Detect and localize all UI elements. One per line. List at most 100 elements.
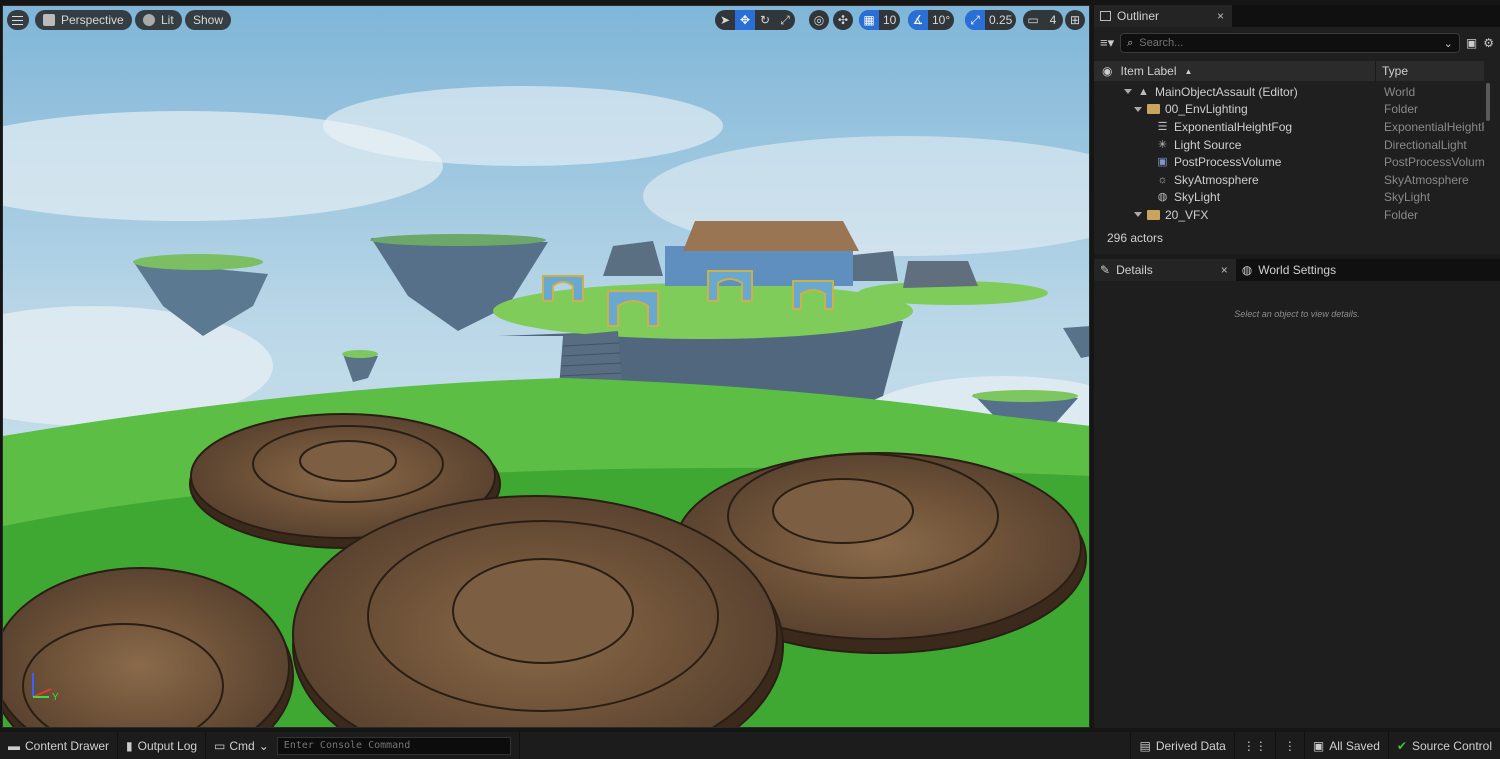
source-control-button[interactable]: ✔ Source Control (1389, 732, 1500, 759)
tab-details[interactable]: ✎ Details × (1094, 259, 1236, 281)
rotate-tool-icon[interactable]: ↻ (755, 10, 775, 30)
actor-count: 296 actors (1107, 231, 1164, 245)
eye-icon[interactable]: ◉ (1102, 64, 1112, 78)
unreal-editor: Perspective Lit Show ➤ ✥ ↻ ⤢ ◎ ✣ ▦ 10 ∡ … (0, 0, 1500, 759)
outliner-row[interactable]: ▣ PostProcessVolume PostProcessVolum (1094, 153, 1484, 171)
log-icon: ▮ (126, 738, 133, 753)
more-options-button[interactable]: ⋮ (1276, 732, 1305, 759)
row-label: PostProcessVolume (1174, 155, 1282, 170)
console-input[interactable] (276, 736, 511, 755)
kebab-icon: ⋮ (1283, 738, 1296, 753)
expand-arrow-icon[interactable] (1124, 89, 1132, 95)
select-tool-icon[interactable]: ➤ (715, 10, 735, 30)
row-label: 20_VFX (1165, 207, 1209, 222)
camera-speed[interactable]: ▭ 4 (1023, 10, 1063, 30)
expand-arrow-icon[interactable] (1134, 212, 1142, 218)
derived-data-icon: ▤ (1139, 738, 1151, 753)
row-type: SkyLight (1384, 190, 1431, 205)
source-control-label: Source Control (1411, 738, 1492, 753)
filter-icon[interactable]: ≡▾ (1100, 35, 1114, 51)
world-settings-label: World Settings (1258, 263, 1337, 277)
surface-snap-icon: ✣ (837, 13, 849, 27)
row-type: World (1384, 84, 1416, 99)
scale-snap[interactable]: ⤢ 0.25 (965, 10, 1017, 30)
tab-outliner[interactable]: Outliner × (1094, 5, 1233, 27)
derived-data-label: Derived Data (1155, 738, 1226, 753)
axis-y-label: Y (52, 692, 59, 703)
terminal-icon: ▭ (214, 738, 226, 753)
col-type[interactable]: Type (1382, 64, 1408, 78)
row-label: MainObjectAssault (Editor) (1155, 84, 1298, 99)
row-type: Folder (1384, 207, 1419, 222)
derived-data-button[interactable]: ▤ Derived Data (1130, 732, 1235, 759)
globe-icon: ◎ (813, 13, 825, 27)
outliner-scrollbar[interactable] (1486, 83, 1490, 121)
show-label: Show (193, 13, 224, 27)
hamburger-icon (12, 15, 23, 25)
level-viewport[interactable]: Perspective Lit Show ➤ ✥ ↻ ⤢ ◎ ✣ ▦ 10 ∡ … (2, 5, 1090, 728)
row-label: ExponentialHeightFog (1174, 119, 1293, 134)
outliner-row[interactable]: ▲ MainObjectAssault (Editor) World (1094, 83, 1484, 101)
outliner-row[interactable]: ◍ SkyLight SkyLight (1094, 189, 1484, 207)
surface-snap-toggle[interactable]: ✣ (833, 10, 853, 30)
outliner-rows: ▲ MainObjectAssault (Editor) World 00_Env… (1094, 83, 1484, 224)
grid-icon: ▦ (859, 10, 879, 30)
details-tab-label: Details (1116, 263, 1153, 277)
sphere-icon (143, 14, 155, 26)
outliner-row[interactable]: ☰ ExponentialHeightFog ExponentialHeightF (1094, 118, 1484, 136)
outliner-icon (1100, 11, 1111, 21)
close-icon[interactable]: × (1217, 9, 1224, 23)
lit-button[interactable]: Lit (135, 10, 182, 30)
gear-icon[interactable]: ⚙ (1483, 36, 1494, 50)
rotation-snap-value: 10° (932, 13, 951, 27)
outliner-row[interactable]: 00_EnvLighting Folder (1094, 101, 1484, 119)
fog-icon: ☰ (1157, 120, 1168, 133)
row-type: SkyAtmosphere (1384, 172, 1469, 187)
trace-icon: ⋮⋮ (1242, 738, 1267, 753)
details-tabbar: ✎ Details × ◍ World Settings (1094, 259, 1500, 281)
cmd-dropdown[interactable]: ▭ Cmd ⌄ (214, 739, 269, 753)
scale-tool-icon[interactable]: ⤢ (775, 10, 795, 30)
content-drawer-button[interactable]: ▬ Content Drawer (0, 732, 119, 759)
lit-label: Lit (161, 13, 174, 27)
outliner-search[interactable]: ⌕ ⌄ (1120, 33, 1460, 53)
row-label: SkyLight (1174, 190, 1221, 205)
col-item-label[interactable]: Item Label (1120, 64, 1176, 78)
show-button[interactable]: Show (185, 10, 232, 30)
right-panel: Outliner × ≡▾ ⌕ ⌄ ▣ ⚙ ◉ Item Label ▲ (1094, 5, 1500, 728)
skylight-icon: ◍ (1157, 191, 1168, 204)
row-type: PostProcessVolum (1384, 155, 1484, 170)
outliner-row[interactable]: ☼ SkyAtmosphere SkyAtmosphere (1094, 171, 1484, 189)
layout-button[interactable]: ⊞ (1065, 10, 1085, 30)
chevron-down-icon[interactable]: ⌄ (1444, 37, 1453, 50)
details-panel: ✎ Details × ◍ World Settings Select an o… (1094, 259, 1500, 728)
close-icon[interactable]: × (1221, 263, 1228, 277)
outliner-tab-label: Outliner (1117, 9, 1160, 23)
tab-world-settings[interactable]: ◍ World Settings (1235, 259, 1345, 281)
angle-icon: ∡ (908, 10, 928, 30)
trace-button[interactable]: ⋮⋮ (1235, 732, 1276, 759)
outliner-row[interactable]: 20_VFX Folder (1094, 206, 1484, 224)
add-folder-icon[interactable]: ▣ (1466, 36, 1477, 50)
scale-snap-value: 0.25 (989, 13, 1013, 27)
atmosphere-icon: ☼ (1157, 173, 1168, 186)
globe-icon: ◍ (1241, 263, 1253, 277)
all-saved-button[interactable]: ▣ All Saved (1305, 732, 1389, 759)
perspective-button[interactable]: Perspective (35, 10, 132, 30)
grid-snap[interactable]: ▦ 10 (859, 10, 901, 30)
output-log-button[interactable]: ▮ Output Log (118, 732, 207, 759)
drawer-icon: ▬ (8, 738, 20, 753)
world-icon: ▲ (1138, 85, 1149, 98)
search-input[interactable] (1139, 37, 1438, 49)
outliner-filter-row: ≡▾ ⌕ ⌄ ▣ ⚙ (1100, 32, 1494, 54)
viewport-toolbar: Perspective Lit Show ➤ ✥ ↻ ⤢ ◎ ✣ ▦ 10 ∡ … (3, 10, 1089, 32)
viewport-menu-button[interactable] (7, 10, 29, 30)
expand-arrow-icon[interactable] (1134, 106, 1142, 112)
move-tool-icon[interactable]: ✥ (735, 10, 755, 30)
outliner-row[interactable]: ✳ Light Source DirectionalLight (1094, 136, 1484, 154)
sort-indicator-icon: ▲ (1184, 66, 1193, 76)
rotation-snap[interactable]: ∡ 10° (908, 10, 955, 30)
row-label: 00_EnvLighting (1165, 102, 1248, 117)
world-local-toggle[interactable]: ◎ (809, 10, 829, 30)
row-type: ExponentialHeightF (1384, 119, 1484, 134)
